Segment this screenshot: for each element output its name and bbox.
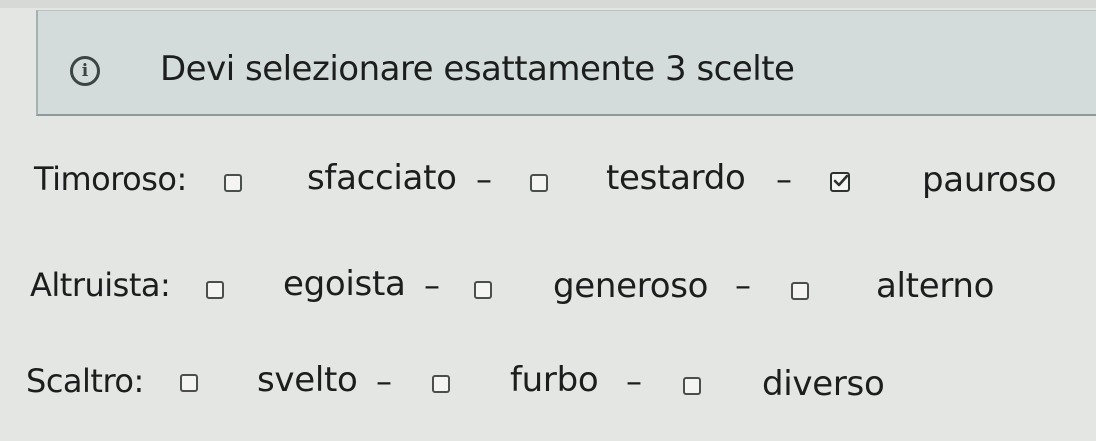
option-separator: –: [376, 362, 392, 400]
option-label: alterno: [876, 266, 995, 306]
info-notice: i Devi selezionare esattamente 3 scelte: [36, 10, 1096, 116]
option-label: furbo: [510, 360, 599, 400]
question-row-timoroso: Timoroso: sfacciato – testardo – pauroso: [0, 158, 1096, 208]
option-separator: –: [476, 160, 492, 198]
question-row-altruista: Altruista: egoista – generoso – alterno: [0, 264, 1096, 314]
option-checkbox-svelto[interactable]: [180, 374, 198, 392]
option-separator: –: [735, 266, 751, 304]
question-label: Timoroso:: [34, 160, 187, 198]
option-separator: –: [776, 160, 792, 198]
option-checkbox-alterno[interactable]: [791, 282, 809, 300]
option-label: egoista: [283, 264, 406, 304]
option-checkbox-pauroso[interactable]: [830, 172, 850, 192]
option-checkbox-testardo[interactable]: [530, 174, 548, 192]
option-checkbox-generoso[interactable]: [474, 281, 492, 299]
question-label: Scaltro:: [26, 362, 144, 400]
question-row-scaltro: Scaltro: svelto – furbo – diverso: [0, 360, 1096, 410]
option-checkbox-diverso[interactable]: [683, 377, 701, 395]
top-strip: [0, 0, 1096, 8]
info-icon: i: [70, 56, 100, 86]
option-label: pauroso: [922, 160, 1057, 200]
question-label: Altruista:: [30, 266, 171, 304]
option-label: testardo: [606, 158, 746, 198]
option-label: generoso: [553, 266, 709, 306]
info-notice-text: Devi selezionare esattamente 3 scelte: [160, 49, 795, 89]
option-label: sfacciato: [307, 158, 457, 198]
option-label: diverso: [762, 364, 885, 404]
option-separator: –: [626, 362, 642, 400]
option-checkbox-sfacciato[interactable]: [224, 174, 242, 192]
option-checkbox-egoista[interactable]: [206, 281, 224, 299]
option-checkbox-furbo[interactable]: [432, 375, 450, 393]
option-separator: –: [424, 266, 440, 304]
option-label: svelto: [257, 360, 358, 400]
checkmark-icon: [833, 174, 849, 187]
